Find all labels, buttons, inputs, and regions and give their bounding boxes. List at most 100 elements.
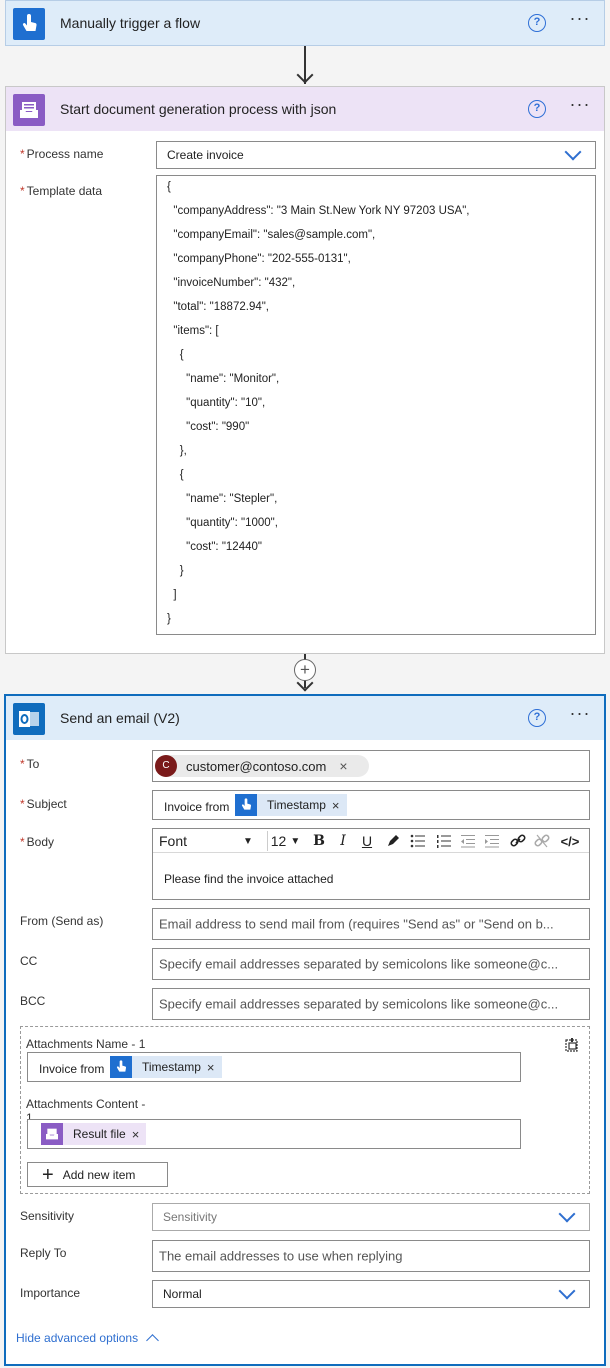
font-label: Font xyxy=(159,833,188,849)
timestamp-token[interactable]: Timestamp × xyxy=(110,1056,222,1078)
attach-name-label: Attachments Name - 1 xyxy=(26,1037,146,1051)
reply-to-placeholder: The email addresses to use when replying xyxy=(159,1248,403,1264)
template-line: "items": [ xyxy=(167,325,219,337)
process-name-label: * Process name xyxy=(20,147,104,161)
cc-input[interactable]: Specify email addresses separated by sem… xyxy=(152,948,590,980)
attachment-content-input[interactable]: Result file × xyxy=(27,1119,521,1149)
touch-hand-icon xyxy=(235,794,257,816)
template-line: { xyxy=(167,181,171,193)
chevron-down-icon[interactable] xyxy=(558,1282,576,1300)
template-data-label: * Template data xyxy=(20,184,103,198)
sensitivity-dropdown[interactable]: Sensitivity xyxy=(152,1203,590,1231)
numbered-list-icon[interactable] xyxy=(435,831,453,851)
help-icon[interactable]: ? xyxy=(528,709,546,727)
attachment-name-input[interactable]: Invoice from Timestamp × xyxy=(27,1052,521,1082)
process-name-value: Create invoice xyxy=(167,148,244,162)
caret-down-icon: ▼ xyxy=(290,835,301,847)
more-options-icon[interactable]: ··· xyxy=(568,704,592,726)
remove-token-icon[interactable]: × xyxy=(332,798,347,813)
chevron-down-icon[interactable] xyxy=(564,143,582,161)
to-field[interactable]: C customer@contoso.com × xyxy=(152,750,590,782)
result-file-token[interactable]: Result file × xyxy=(41,1123,147,1145)
template-line: "cost": "12440" xyxy=(167,541,262,553)
body-label: * Body xyxy=(20,835,55,849)
trigger-card[interactable]: Manually trigger a flow ? ··· xyxy=(5,0,605,46)
bcc-input[interactable]: Specify email addresses separated by sem… xyxy=(152,988,590,1020)
add-new-item-label: Add new item xyxy=(62,1167,136,1182)
template-line: { xyxy=(167,469,184,481)
increase-indent-icon[interactable] xyxy=(483,831,501,851)
trigger-title: Manually trigger a flow xyxy=(60,15,201,31)
remove-token-icon[interactable]: × xyxy=(132,1127,147,1142)
template-line: } xyxy=(167,565,184,577)
code-view-icon[interactable]: </> xyxy=(558,831,582,851)
to-label: * To xyxy=(20,757,40,771)
more-options-icon[interactable]: ··· xyxy=(568,95,592,117)
more-options-icon[interactable]: ··· xyxy=(568,9,592,31)
template-line: "total": "18872.94", xyxy=(167,301,270,313)
underline-icon[interactable]: U xyxy=(359,831,375,851)
bullet-list-icon[interactable] xyxy=(409,831,427,851)
rich-text-toolbar: Font ▼ 12 ▼ B I U </> xyxy=(153,829,589,853)
body-editor[interactable]: Font ▼ 12 ▼ B I U </> Please find the invo… xyxy=(152,828,590,900)
importance-value: Normal xyxy=(163,1287,202,1301)
token-label: Result file xyxy=(73,1127,126,1141)
arrow-down-icon xyxy=(296,66,314,84)
template-line: "name": "Monitor", xyxy=(167,373,280,385)
chevron-down-icon[interactable] xyxy=(558,1205,576,1223)
pen-icon[interactable] xyxy=(385,831,401,851)
avatar: C xyxy=(155,755,177,777)
add-new-item-button[interactable]: + Add new item xyxy=(27,1162,168,1187)
recipient-email: customer@contoso.com xyxy=(186,758,327,774)
italic-icon[interactable]: I xyxy=(335,831,351,851)
subject-field[interactable]: Invoice from Timestamp × xyxy=(152,790,590,820)
docgen-header[interactable]: Start document generation process with j… xyxy=(6,87,604,131)
template-line: ] xyxy=(167,589,177,601)
attachments-group: Attachments Name - 1 Invoice from Timest… xyxy=(20,1026,590,1194)
recipient-chip[interactable]: C customer@contoso.com × xyxy=(155,755,369,777)
template-line: "companyPhone": "202-555-0131", xyxy=(167,253,351,265)
switch-input-mode-icon[interactable] xyxy=(564,1037,580,1053)
attach-name-prefix: Invoice from xyxy=(39,1062,105,1076)
template-line: { xyxy=(167,349,184,361)
template-line: "quantity": "10", xyxy=(167,397,266,409)
document-tray-icon xyxy=(41,1123,63,1145)
bold-icon[interactable]: B xyxy=(311,831,327,851)
importance-label: Importance xyxy=(20,1286,81,1300)
touch-hand-icon xyxy=(13,8,45,40)
from-label: From (Send as) xyxy=(20,914,104,928)
timestamp-token[interactable]: Timestamp × xyxy=(235,794,347,816)
touch-hand-icon xyxy=(110,1056,132,1078)
template-line: "name": "Stepler", xyxy=(167,493,278,505)
email-card: Send an email (V2) ? ··· * To C customer@… xyxy=(4,694,606,1366)
remove-token-icon[interactable]: × xyxy=(207,1060,222,1075)
subject-prefix: Invoice from xyxy=(164,800,230,814)
link-icon[interactable] xyxy=(509,831,527,851)
caret-down-icon: ▼ xyxy=(243,835,253,847)
hide-advanced-options-link[interactable]: Hide advanced options xyxy=(16,1330,159,1347)
help-icon[interactable]: ? xyxy=(528,14,546,32)
reply-to-label: Reply To xyxy=(20,1246,67,1260)
remove-recipient-icon[interactable]: × xyxy=(339,758,347,774)
hide-advanced-label: Hide advanced options xyxy=(16,1330,139,1345)
subject-label: * Subject xyxy=(20,797,67,811)
help-icon[interactable]: ? xyxy=(528,100,546,118)
reply-to-input[interactable]: The email addresses to use when replying xyxy=(152,1240,590,1272)
token-label: Timestamp xyxy=(142,1060,201,1074)
trigger-header[interactable]: Manually trigger a flow ? ··· xyxy=(6,1,604,45)
chevron-up-icon xyxy=(146,1334,159,1347)
template-line: "companyAddress": "3 Main St.New York NY… xyxy=(167,205,470,217)
email-title: Send an email (V2) xyxy=(60,710,180,726)
unlink-icon[interactable] xyxy=(533,831,551,851)
importance-dropdown[interactable]: Normal xyxy=(152,1280,590,1308)
bcc-placeholder: Specify email addresses separated by sem… xyxy=(159,996,559,1012)
outlook-icon xyxy=(13,703,45,735)
from-input[interactable]: Email address to send mail from (require… xyxy=(152,908,590,940)
template-line: } xyxy=(167,613,171,625)
process-name-dropdown[interactable]: Create invoice xyxy=(156,141,596,169)
decrease-indent-icon[interactable] xyxy=(459,831,477,851)
template-data-editor[interactable]: { "companyAddress": "3 Main St.New York … xyxy=(156,175,596,635)
font-size-select[interactable]: 12 ▼ xyxy=(267,831,303,851)
font-select[interactable]: Font ▼ xyxy=(159,831,259,851)
email-header[interactable]: Send an email (V2) ? ··· xyxy=(6,696,604,740)
